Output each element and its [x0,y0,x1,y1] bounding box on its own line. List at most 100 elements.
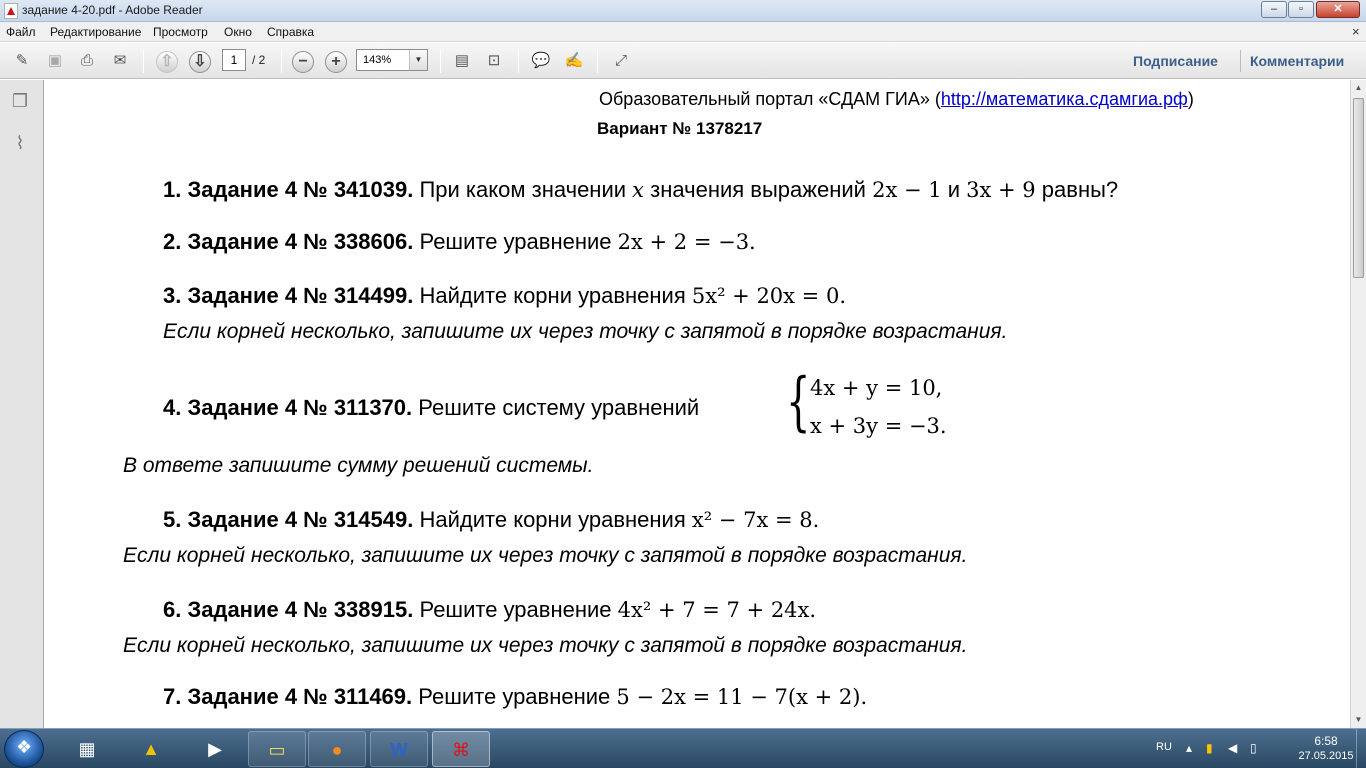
task-note: Если корней несколько, запишите их через… [123,544,968,567]
task-text: Найдите корни уравнения [419,283,686,308]
system-equation-1: 4x + y = 10, [810,376,943,400]
battery-icon[interactable]: ▯ [1250,741,1257,755]
math-expression: 2x + 2 = −3. [617,230,756,254]
close-button[interactable]: ✕ [1316,1,1360,18]
toolbar-divider [440,49,441,73]
task-label: 1. Задание 4 № 341039. [163,177,414,202]
task-note: Если корней несколько, запишите их через… [123,634,968,657]
task-note: Если корней несколько, запишите их через… [163,320,1008,343]
adobe-reader-icon[interactable]: ⌘ [432,731,490,767]
menu-edit[interactable]: Редактирование [50,25,141,39]
task-text: Решите уравнение [419,229,612,254]
show-hidden-icons-icon[interactable]: ▴ [1186,741,1192,755]
comment-icon[interactable]: 💬 [530,50,552,72]
task-text: Решите уравнение [418,684,611,709]
zoom-out-icon[interactable]: − [292,51,314,73]
portal-header: Образовательный портал «СДАМ ГИА» (http:… [599,89,1194,110]
highlight-icon[interactable]: ✍ [563,50,585,72]
task-6: 6. Задание 4 № 338915. Решите уравнение … [163,597,816,623]
system-equation-2: x + 3y = −3. [810,414,947,438]
window-title: задание 4-20.pdf - Adobe Reader [22,3,203,17]
page-total: / 2 [252,53,266,67]
email-icon[interactable]: ✉ [109,50,131,72]
scroll-up-icon[interactable]: ▲ [1351,80,1366,96]
math-expression: x² − 7x = 8. [691,508,820,532]
aimp-icon[interactable]: ▲ [122,731,180,767]
zoom-in-icon[interactable]: + [325,51,347,73]
task-label: 3. Задание 4 № 314499. [163,283,414,308]
attachments-icon[interactable]: ⌇ [9,132,31,154]
math-expression: 5x² + 20x = 0. [691,284,846,308]
clock-date[interactable]: 27.05.2015 [1292,750,1360,762]
task-5: 5. Задание 4 № 314549. Найдите корни ура… [163,507,819,533]
task-label: 5. Задание 4 № 314549. [163,507,414,532]
pages-icon[interactable]: ❐ [9,90,31,112]
portal-text: Образовательный портал «СДАМ ГИА» ( [599,89,941,109]
sign-pane-button[interactable]: Подписание [1133,53,1218,69]
print-icon[interactable]: ⎙ [76,50,98,72]
task-label: 2. Задание 4 № 338606. [163,229,414,254]
math-expression: 3x + 9 [966,178,1036,202]
maximize-button[interactable]: ▫ [1288,1,1314,18]
page-number-input[interactable]: 1 [222,49,246,71]
adobe-reader-icon [4,3,18,19]
task-label: 6. Задание 4 № 338915. [163,597,414,622]
word-icon[interactable]: W [370,731,428,767]
math-expression: 4x² + 7 = 7 + 24x. [617,598,817,622]
task-note: В ответе запишите сумму решений системы. [123,454,594,477]
menu-file[interactable]: Файл [6,25,36,39]
toolbar-divider [518,49,519,73]
task-4: 4. Задание 4 № 311370. Решите систему ур… [163,395,699,421]
variant-title: Вариант № 1378217 [597,119,763,138]
volume-icon[interactable]: ◀ [1228,741,1237,755]
clock-time[interactable]: 6:58 [1296,734,1356,748]
menu-view[interactable]: Просмотр [153,25,208,39]
show-desktop-button[interactable] [1356,729,1366,768]
explorer-icon[interactable]: ▭ [248,731,306,767]
scroll-thumb[interactable] [1353,98,1364,278]
task-text: Решите уравнение [419,597,612,622]
menu-bar: Файл Редактирование Просмотр Окно Справк… [0,22,1366,42]
start-button[interactable] [4,730,44,768]
minimize-button[interactable]: – [1261,1,1287,18]
task-text: При каком значении [419,177,627,202]
document-view[interactable]: Образовательный портал «СДАМ ГИА» (http:… [45,80,1350,728]
prev-page-icon[interactable]: ⇧ [156,51,178,73]
fit-page-icon[interactable]: ▤ [451,50,473,72]
task-2: 2. Задание 4 № 338606. Решите уравнение … [163,229,756,255]
task-text: значения выражений [650,177,866,202]
close-document-icon[interactable]: × [1352,24,1360,39]
math-expression: 5 − 2x = 11 − 7(x + 2). [616,685,868,709]
language-indicator[interactable]: RU [1156,741,1172,753]
edit-icon[interactable]: ✎ [11,50,33,72]
navigation-pane: ❐ ⌇ [0,80,44,728]
save-icon[interactable]: ▣ [44,50,66,72]
media-player-classic-icon[interactable]: ▶ [186,731,244,767]
network-icon[interactable]: ▮ [1206,741,1213,755]
fit-width-icon[interactable]: ⊡ [483,50,505,72]
next-page-icon[interactable]: ⇩ [189,51,211,73]
fullscreen-icon[interactable]: ⤢ [610,50,632,72]
task-text: и [947,177,961,202]
scroll-down-icon[interactable]: ▼ [1351,712,1366,728]
task-7: 7. Задание 4 № 311469. Решите уравнение … [163,684,867,710]
toolbar-divider [143,49,144,73]
menu-help[interactable]: Справка [267,25,314,39]
math-expression: 2x − 1 [872,178,942,202]
calculator-icon[interactable]: ▦ [58,731,116,767]
portal-link[interactable]: http://математика.сдамгиа.рф [941,89,1188,109]
chevron-down-icon[interactable]: ▼ [409,50,427,70]
task-label: 4. Задание 4 № 311370. [163,395,413,420]
menu-window[interactable]: Окно [224,25,252,39]
system-brace: { [786,365,811,439]
title-bar: задание 4-20.pdf - Adobe Reader – ▫ ✕ [0,0,1366,22]
math-var: x [632,178,645,202]
task-3: 3. Задание 4 № 314499. Найдите корни ура… [163,283,846,309]
zoom-select[interactable]: 143% ▼ [356,49,428,71]
task-1: 1. Задание 4 № 341039. При каком значени… [163,177,1118,203]
comments-pane-button[interactable]: Комментарии [1250,53,1344,69]
zoom-value: 143% [363,54,392,66]
vertical-scrollbar[interactable]: ▲ ▼ [1350,80,1366,728]
task-text: Найдите корни уравнения [419,507,686,532]
firefox-icon[interactable]: ● [308,731,366,767]
